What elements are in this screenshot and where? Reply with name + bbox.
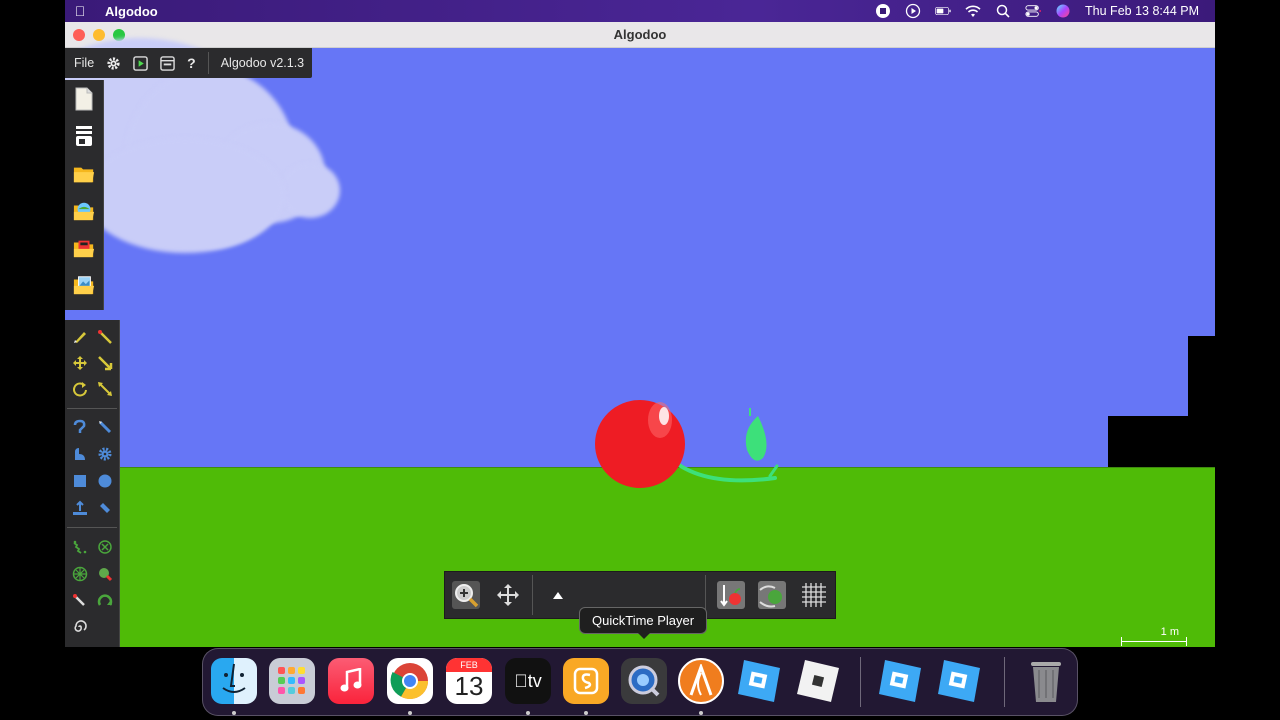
algodoo-window: Algodoo 1 m File ? Algodoo v2.1.3 QuickT… <box>65 22 1215 647</box>
trash-icon[interactable] <box>1023 658 1069 704</box>
apple-tv-icon[interactable]: tv <box>505 658 551 704</box>
open-images-folder-icon[interactable] <box>73 274 95 296</box>
laser-tool-icon[interactable] <box>94 590 116 612</box>
version-label: Algodoo v2.1.3 <box>220 56 305 70</box>
music-app-icon[interactable] <box>328 658 374 704</box>
air-friction-toggle-icon[interactable] <box>756 577 790 613</box>
tracer-tool-icon[interactable] <box>69 590 91 612</box>
apple-logo-icon:  <box>514 671 528 692</box>
scene-list-icon[interactable] <box>73 125 95 147</box>
wifi-icon[interactable] <box>965 4 981 18</box>
thruster-tool-icon[interactable] <box>94 563 116 585</box>
menu-bar:  Algodoo Thu Feb 13 8:44 PM <box>65 0 1215 22</box>
menu-datetime[interactable]: Thu Feb 13 8:44 PM <box>1085 4 1199 18</box>
window-title: Algodoo <box>613 27 667 42</box>
dock: FEB 13 tv <box>202 648 1078 716</box>
cherry-object[interactable] <box>590 388 790 488</box>
screen-recording-stop-icon[interactable] <box>875 4 891 18</box>
gravity-toggle-icon[interactable] <box>714 577 748 613</box>
gear-tool-icon[interactable] <box>94 443 116 465</box>
new-scene-icon[interactable] <box>73 87 95 111</box>
finder-icon[interactable] <box>211 658 257 704</box>
zoom-tool-icon[interactable] <box>449 577 483 613</box>
drag-tool-icon[interactable] <box>94 352 116 374</box>
open-folder-icon[interactable] <box>73 163 95 185</box>
siri-icon[interactable] <box>1055 4 1071 18</box>
top-toolbar: File ? Algodoo v2.1.3 <box>65 48 313 78</box>
roblox-player-icon[interactable] <box>795 658 841 704</box>
black-box-tall[interactable] <box>1188 336 1215 467</box>
dock-tooltip: QuickTime Player <box>579 607 708 639</box>
scale-label: 1 m <box>1160 626 1179 638</box>
brush-tool-icon[interactable] <box>94 416 116 438</box>
chrome-icon[interactable] <box>387 658 433 704</box>
roblox-studio-recent-icon[interactable] <box>877 658 923 704</box>
window-titlebar: Algodoo <box>65 22 1215 48</box>
file-menu[interactable]: File <box>65 48 100 78</box>
scratch-icon[interactable] <box>563 658 609 704</box>
close-window-button[interactable] <box>73 29 85 41</box>
circle-tool-icon[interactable] <box>94 470 116 492</box>
box-tool-icon[interactable] <box>69 470 91 492</box>
spotlight-search-icon[interactable] <box>995 4 1011 18</box>
plane-tool-icon[interactable] <box>69 443 91 465</box>
left-toolbar-file <box>65 80 104 310</box>
window-panel-icon[interactable] <box>154 48 181 78</box>
spiral-tool-icon[interactable] <box>69 616 91 638</box>
simulation-canvas[interactable]: 1 m <box>65 38 1215 647</box>
pan-tool-icon[interactable] <box>491 577 525 613</box>
cut-tool-icon[interactable] <box>94 326 116 348</box>
spring-tool-icon[interactable] <box>69 536 91 558</box>
scale-tool-icon[interactable] <box>94 378 116 400</box>
apple-menu-icon[interactable]:  <box>65 3 95 19</box>
control-center-icon[interactable] <box>1025 4 1042 18</box>
left-toolbar-tools <box>65 320 120 647</box>
sketch-tool-icon[interactable] <box>69 326 91 348</box>
play-icon[interactable] <box>905 3 921 19</box>
battery-icon[interactable] <box>935 4 951 18</box>
move-tool-icon[interactable] <box>69 352 91 374</box>
expand-up-icon[interactable] <box>541 577 575 613</box>
quicktime-player-icon[interactable] <box>621 658 667 704</box>
roblox-studio-recent-2-icon[interactable] <box>936 658 982 704</box>
hinge-tool-icon[interactable] <box>94 536 116 558</box>
menu-app-name[interactable]: Algodoo <box>105 4 158 19</box>
grid-toggle-icon[interactable] <box>797 577 831 613</box>
fixate-tool-icon[interactable] <box>69 497 91 519</box>
calendar-day: 13 <box>454 671 484 701</box>
settings-gear-icon[interactable] <box>100 48 127 78</box>
polygon-tool-icon[interactable] <box>69 416 91 438</box>
run-scene-icon[interactable] <box>127 48 154 78</box>
rotate-tool-icon[interactable] <box>69 378 91 400</box>
cloud <box>65 38 365 278</box>
algodoo-dock-icon[interactable] <box>678 658 724 704</box>
roblox-studio-icon[interactable] <box>736 658 782 704</box>
chain-tool-icon[interactable] <box>94 497 116 519</box>
open-world-folder-icon[interactable] <box>73 200 95 222</box>
calendar-month: FEB <box>446 658 492 672</box>
calendar-icon[interactable]: FEB 13 <box>446 658 492 704</box>
help-icon[interactable]: ? <box>181 48 202 78</box>
black-box-small[interactable] <box>1108 416 1188 467</box>
tv-label: tv <box>520 670 542 691</box>
axle-tool-icon[interactable] <box>69 563 91 585</box>
minimize-window-button[interactable] <box>93 29 105 41</box>
launchpad-icon[interactable] <box>269 658 315 704</box>
open-phunlets-folder-icon[interactable] <box>73 237 95 259</box>
